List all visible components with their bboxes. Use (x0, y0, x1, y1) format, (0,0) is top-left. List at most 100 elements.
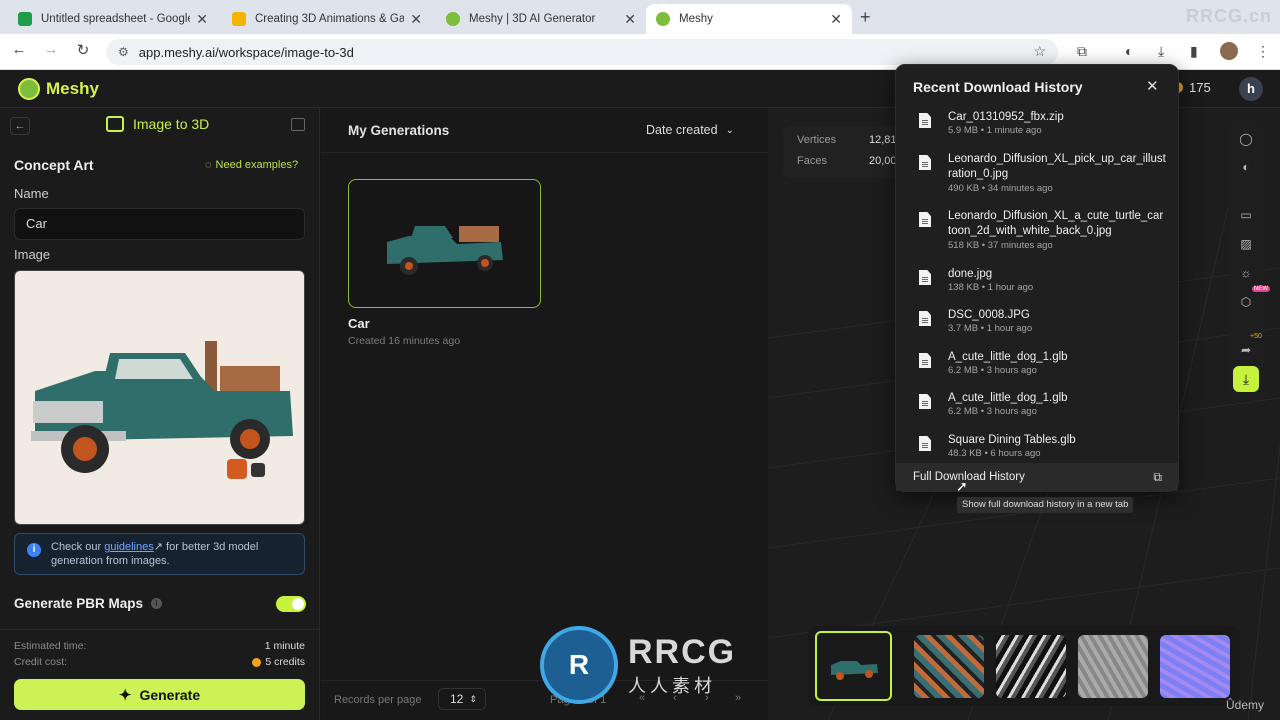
thumb-model[interactable] (815, 631, 892, 701)
site-settings-icon[interactable]: ⚙ (118, 45, 129, 59)
tab-title: Meshy (679, 13, 713, 25)
share-icon[interactable]: ➦ (1238, 342, 1254, 358)
generate-button[interactable]: ✦ Generate (14, 679, 305, 710)
coin-icon (252, 657, 262, 667)
sheets-icon (18, 12, 32, 26)
lightbulb-icon: ◌ (205, 159, 212, 171)
model-stats: Vertices 12,81 Faces 20,00 (783, 126, 903, 178)
name-input[interactable]: Car (14, 208, 305, 240)
sort-dropdown[interactable]: Date created ⌄ (646, 123, 734, 137)
file-name: DSC_0008.JPG (948, 309, 1030, 321)
thumb-base-color[interactable] (914, 635, 984, 698)
material-icon[interactable]: ◐ (1238, 159, 1254, 175)
file-icon (919, 353, 931, 368)
truck-illustration (31, 341, 293, 479)
user-avatar[interactable]: h (1239, 77, 1263, 101)
generation-card[interactable] (348, 179, 541, 308)
back-icon[interactable]: ← (8, 41, 30, 58)
panel-title-text: Image to 3D (133, 116, 210, 132)
new-tab-button[interactable]: + (860, 7, 871, 28)
slides-icon (232, 12, 246, 26)
file-name: A_cute_little_dog_1.glb (948, 392, 1068, 404)
watermark-title: RRCG (628, 632, 737, 671)
reload-icon[interactable]: ↻ (72, 41, 94, 59)
forward-icon[interactable]: → (40, 41, 62, 58)
side-panel-icon[interactable]: ▮ (1190, 43, 1198, 60)
close-icon[interactable]: ✕ (1146, 77, 1159, 95)
browser-tab-strip: Untitled spreadsheet - Google Sheets ✕ C… (0, 0, 1280, 34)
vertices-value: 12,81 (869, 134, 897, 146)
tab-meshy[interactable]: Meshy ✕ (646, 4, 852, 34)
thumb-metallic[interactable] (996, 635, 1066, 698)
tab-sheets[interactable]: Untitled spreadsheet - Google Sheets ✕ (8, 4, 218, 34)
per-page-value: 12 (450, 692, 464, 706)
toggle-knob (292, 598, 304, 610)
meshy-icon (656, 12, 670, 26)
new-badge: NEW (1252, 286, 1270, 292)
help-icon[interactable]: i (151, 598, 163, 609)
file-name: Leonardo_Diffusion_XL_a_cute_turtle_cart… (948, 210, 1164, 237)
credit-cost-text: 5 credits (265, 656, 305, 668)
uploaded-image[interactable] (14, 270, 305, 525)
need-examples-link[interactable]: ◌ Need examples? (205, 159, 298, 171)
file-icon (919, 270, 931, 285)
light-icon[interactable]: ☼ (1238, 265, 1254, 281)
card-meta: Created 16 minutes ago (348, 335, 461, 347)
file-meta: 5.9 MB • 1 minute ago (948, 125, 1042, 136)
back-button[interactable]: ← (10, 117, 30, 135)
chevron-updown-icon: ⇕ (469, 694, 477, 704)
per-page-label: Records per page (334, 694, 422, 706)
guidelines-link[interactable]: guidelines (104, 541, 154, 553)
credit-cost-value: 5 credits (252, 656, 305, 668)
file-icon (919, 113, 931, 128)
thumb-normal[interactable] (1160, 635, 1230, 698)
bookmark-star-icon[interactable]: ☆ (1033, 43, 1046, 60)
rrcg-logo-icon: R (540, 626, 618, 704)
cube-icon[interactable]: ⬡ (1238, 294, 1254, 310)
tab-title: Meshy | 3D AI Generator (469, 13, 596, 25)
close-icon[interactable]: ✕ (196, 11, 208, 28)
extension-icon[interactable]: ◐ (1125, 43, 1133, 59)
full-download-history-button[interactable]: Full Download History ⧉ (896, 463, 1178, 491)
close-icon[interactable]: ✕ (624, 11, 636, 28)
file-name: done.jpg (948, 268, 993, 280)
faces-label: Faces (797, 155, 827, 167)
tooltip: Show full download history in a new tab (957, 497, 1134, 513)
file-meta: 48.3 KB • 6 hours ago (948, 448, 1041, 459)
close-icon[interactable]: ✕ (830, 11, 842, 28)
pbr-label: Generate PBR Maps (14, 596, 144, 611)
profile-avatar[interactable] (1220, 42, 1238, 60)
wireframe-icon[interactable]: ▨ (1238, 236, 1254, 252)
download-icon[interactable]: ⤓ (1233, 366, 1259, 392)
extensions-icon[interactable]: ⧉ (1077, 43, 1087, 60)
file-name: A_cute_little_dog_1.glb (948, 351, 1068, 363)
file-icon (919, 436, 931, 451)
close-icon[interactable]: ✕ (410, 11, 422, 28)
address-bar[interactable]: ⚙ app.meshy.ai/workspace/image-to-3d ☆ (106, 39, 1058, 65)
watermark-text: RRCG.cn (1185, 6, 1272, 26)
tab-creating-3d[interactable]: Creating 3D Animations & Games ✕ (222, 4, 432, 34)
per-page-select[interactable]: 12 ⇕ (438, 688, 486, 710)
external-link-icon: ↗ (153, 541, 163, 553)
file-name: Car_01310952_fbx.zip (948, 111, 1064, 123)
pbr-toggle[interactable] (276, 596, 306, 612)
pbr-row: Generate PBR Maps i (14, 596, 163, 611)
monitor-icon[interactable]: ▭ (1238, 207, 1254, 223)
sparkle-icon: ✦ (118, 686, 132, 704)
info-icon: i (27, 543, 41, 557)
divider (321, 152, 768, 153)
sphere-icon[interactable]: ◯ (1238, 131, 1254, 147)
tab-meshy-generator[interactable]: Meshy | 3D AI Generator ✕ (436, 4, 646, 34)
file-meta: 138 KB • 1 hour ago (948, 282, 1034, 293)
file-name: Square Dining Tables.glb (948, 434, 1076, 446)
menu-icon[interactable]: ⋮ (1256, 43, 1270, 60)
collapse-panel-icon[interactable] (291, 118, 305, 131)
meshy-logo[interactable]: Meshy (18, 78, 99, 100)
info-text-pre: Check our (51, 541, 102, 553)
estimated-time-value: 1 minute (264, 640, 305, 652)
file-meta: 6.2 MB • 3 hours ago (948, 365, 1037, 376)
image-icon (106, 116, 124, 132)
downloads-icon[interactable]: ⤓ (1158, 43, 1164, 60)
car-thumbnail (387, 226, 503, 275)
thumb-roughness[interactable] (1078, 635, 1148, 698)
